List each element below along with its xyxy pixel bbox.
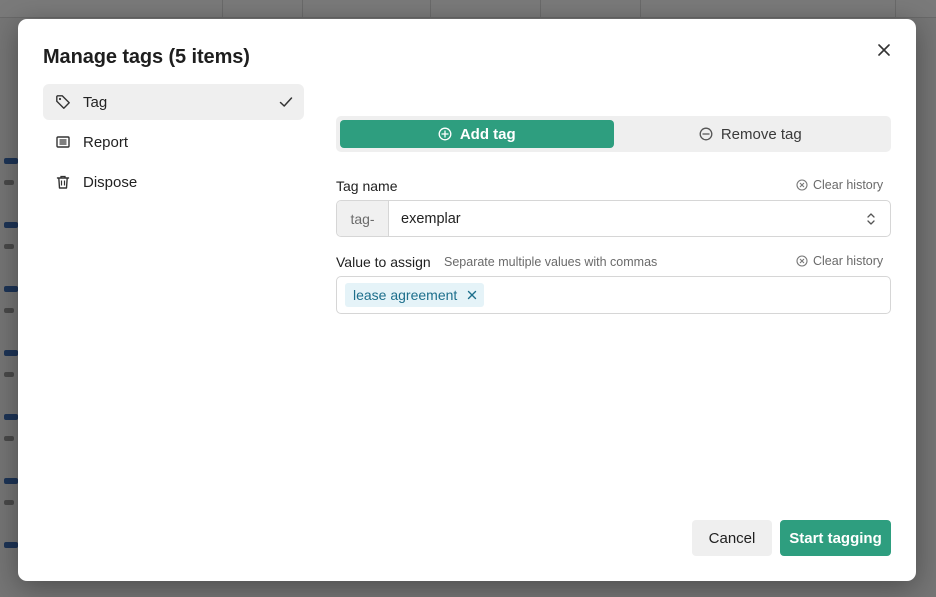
tag-name-input[interactable]: tag- exemplar: [336, 200, 891, 237]
manage-tags-dialog: Manage tags (5 items) Tag Report Dispose…: [18, 19, 916, 581]
value-chip: lease agreement: [345, 283, 485, 307]
plus-circle-icon: [438, 127, 453, 142]
tag-name-clear-history[interactable]: Clear history: [796, 178, 883, 192]
close-button[interactable]: [875, 41, 893, 59]
remove-tag-label: Remove tag: [720, 125, 802, 143]
add-tag-label: Add tag: [459, 125, 516, 143]
menu-item-tag[interactable]: Tag: [43, 84, 304, 120]
add-tag-button[interactable]: Add tag: [340, 120, 614, 148]
check-icon: [279, 97, 293, 107]
tag-name-prefix: tag-: [337, 201, 389, 236]
dialog-title: Manage tags (5 items): [43, 46, 250, 68]
menu-item-report[interactable]: Report: [43, 124, 304, 160]
value-clear-history[interactable]: Clear history: [796, 254, 883, 268]
tag-name-label: Tag name: [336, 178, 398, 194]
clear-circle-icon: [796, 255, 808, 267]
value-label: Value to assign: [336, 254, 431, 270]
tag-name-text: exemplar: [401, 210, 461, 227]
value-hint: Separate multiple values with commas: [444, 255, 658, 269]
menu-item-label: Report: [83, 133, 129, 151]
minus-circle-icon: [699, 127, 714, 142]
menu-item-dispose[interactable]: Dispose: [43, 164, 304, 200]
tag-icon: [55, 94, 71, 110]
clear-history-label: Clear history: [813, 254, 884, 268]
clear-history-label: Clear history: [813, 178, 884, 192]
clear-circle-icon: [796, 179, 808, 191]
value-input[interactable]: lease agreement: [336, 276, 891, 314]
tag-name-value[interactable]: exemplar: [389, 201, 890, 236]
value-chip-label: lease agreement: [353, 287, 458, 303]
menu-item-label: Tag: [83, 93, 108, 111]
close-icon: [878, 44, 890, 56]
remove-tag-button[interactable]: Remove tag: [614, 120, 888, 148]
chevron-up-down-icon[interactable]: [864, 211, 878, 227]
tag-mode-toggle: Add tag Remove tag: [336, 116, 891, 152]
trash-icon: [55, 174, 71, 190]
remove-chip-icon[interactable]: [467, 290, 477, 300]
menu-item-label: Dispose: [83, 173, 138, 191]
action-menu: Tag Report Dispose: [43, 84, 304, 204]
cancel-button[interactable]: Cancel: [692, 520, 772, 556]
start-tagging-button[interactable]: Start tagging: [780, 520, 891, 556]
report-icon: [55, 134, 71, 150]
